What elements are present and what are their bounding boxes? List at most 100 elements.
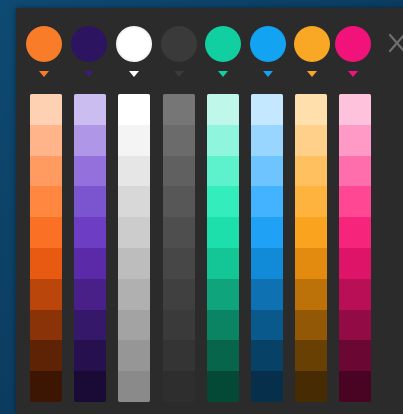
caret-white-icon [129,71,139,77]
caret-amber-icon [307,71,317,77]
shade-swatch-dark-gray-3[interactable] [163,155,195,187]
shade-swatch-dark-gray-1[interactable] [163,94,195,125]
shade-swatch-purple-10[interactable] [74,371,106,402]
shade-swatch-orange-6[interactable] [30,247,62,279]
shade-swatch-dark-gray-5[interactable] [163,217,195,248]
shade-swatch-purple-2[interactable] [74,124,106,156]
shade-swatch-orange-10[interactable] [30,371,62,402]
shade-swatch-orange-3[interactable] [30,155,62,187]
shade-swatch-dark-gray-4[interactable] [163,186,195,218]
shade-swatch-sky-blue-6[interactable] [251,247,283,279]
shade-swatch-teal-2[interactable] [207,124,239,156]
shade-swatch-amber-1[interactable] [295,94,327,125]
shade-column-white [118,94,150,402]
shade-swatch-white-7[interactable] [118,278,150,310]
shade-swatch-amber-3[interactable] [295,155,327,187]
shade-swatch-orange-8[interactable] [30,309,62,341]
shade-swatch-purple-6[interactable] [74,247,106,279]
shade-swatch-sky-blue-1[interactable] [251,94,283,125]
shade-swatch-pink-5[interactable] [339,217,371,248]
base-color-dark-gray-button[interactable] [161,26,197,62]
shade-swatch-pink-10[interactable] [339,371,371,402]
shade-swatch-purple-1[interactable] [74,94,106,125]
shade-swatch-amber-8[interactable] [295,309,327,341]
shade-swatch-white-4[interactable] [118,186,150,218]
shade-swatch-teal-5[interactable] [207,217,239,248]
close-icon [388,33,403,53]
shade-swatch-amber-2[interactable] [295,124,327,156]
shade-swatch-pink-9[interactable] [339,340,371,372]
shade-swatch-amber-9[interactable] [295,340,327,372]
shade-swatch-orange-2[interactable] [30,124,62,156]
shade-swatch-pink-6[interactable] [339,247,371,279]
shade-swatch-purple-7[interactable] [74,278,106,310]
caret-sky-blue-icon [263,71,273,77]
shade-swatch-amber-4[interactable] [295,186,327,218]
shade-swatch-pink-8[interactable] [339,309,371,341]
shade-swatch-dark-gray-9[interactable] [163,340,195,372]
shade-swatch-dark-gray-2[interactable] [163,124,195,156]
shade-swatch-pink-1[interactable] [339,94,371,125]
shade-column-orange [30,94,62,402]
caret-purple-icon [84,71,94,77]
shade-swatch-sky-blue-7[interactable] [251,278,283,310]
shade-swatch-white-8[interactable] [118,309,150,341]
shade-swatch-orange-4[interactable] [30,186,62,218]
shade-swatch-purple-3[interactable] [74,155,106,187]
shade-column-sky-blue [251,94,283,402]
caret-orange-icon [39,71,49,77]
shade-swatch-purple-9[interactable] [74,340,106,372]
base-color-orange-button[interactable] [26,26,62,62]
shade-swatch-teal-7[interactable] [207,278,239,310]
base-color-teal-button[interactable] [205,26,241,62]
shade-swatch-teal-10[interactable] [207,371,239,402]
shade-swatch-sky-blue-10[interactable] [251,371,283,402]
shade-swatch-amber-7[interactable] [295,278,327,310]
base-color-row [16,8,403,88]
shade-swatch-teal-8[interactable] [207,309,239,341]
base-color-purple-button[interactable] [71,26,107,62]
shade-swatch-pink-7[interactable] [339,278,371,310]
shade-swatch-purple-8[interactable] [74,309,106,341]
color-palette-panel [16,8,403,414]
shade-swatch-orange-1[interactable] [30,94,62,125]
base-color-sky-blue-button[interactable] [250,26,286,62]
shade-swatch-sky-blue-5[interactable] [251,217,283,248]
shade-swatch-teal-9[interactable] [207,340,239,372]
shade-swatch-dark-gray-8[interactable] [163,309,195,341]
shade-swatch-orange-7[interactable] [30,278,62,310]
shade-swatch-white-10[interactable] [118,371,150,402]
shade-swatch-white-6[interactable] [118,247,150,279]
shade-swatch-amber-6[interactable] [295,247,327,279]
shade-swatch-sky-blue-9[interactable] [251,340,283,372]
close-button[interactable] [386,30,403,56]
shade-swatch-pink-3[interactable] [339,155,371,187]
shade-swatch-dark-gray-7[interactable] [163,278,195,310]
shade-swatch-purple-5[interactable] [74,217,106,248]
shade-swatch-sky-blue-8[interactable] [251,309,283,341]
shade-swatch-pink-4[interactable] [339,186,371,218]
shade-swatch-orange-5[interactable] [30,217,62,248]
base-color-white-button[interactable] [116,26,152,62]
shade-swatch-dark-gray-6[interactable] [163,247,195,279]
base-color-amber-button[interactable] [294,26,330,62]
shade-swatch-pink-2[interactable] [339,124,371,156]
shade-swatch-teal-4[interactable] [207,186,239,218]
shade-swatch-amber-10[interactable] [295,371,327,402]
shade-swatch-sky-blue-3[interactable] [251,155,283,187]
shade-swatch-teal-6[interactable] [207,247,239,279]
shade-swatch-white-2[interactable] [118,124,150,156]
shade-swatch-sky-blue-2[interactable] [251,124,283,156]
shade-swatch-amber-5[interactable] [295,217,327,248]
shade-swatch-teal-1[interactable] [207,94,239,125]
shade-swatch-white-5[interactable] [118,217,150,248]
shade-swatch-white-9[interactable] [118,340,150,372]
shade-swatch-white-1[interactable] [118,94,150,125]
shade-swatch-dark-gray-10[interactable] [163,371,195,402]
shade-swatch-purple-4[interactable] [74,186,106,218]
shade-swatch-sky-blue-4[interactable] [251,186,283,218]
shade-swatch-teal-3[interactable] [207,155,239,187]
shade-swatch-orange-9[interactable] [30,340,62,372]
base-color-pink-button[interactable] [335,26,371,62]
shade-swatch-white-3[interactable] [118,155,150,187]
